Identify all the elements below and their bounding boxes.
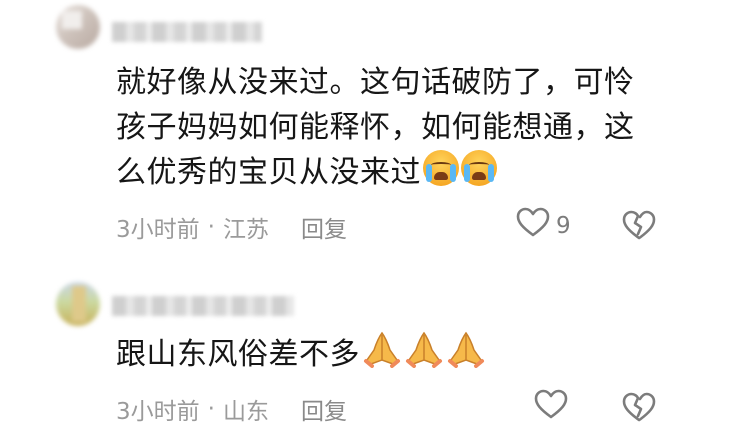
broken-heart-icon [622,392,656,428]
comment-text-line: 就好像从没来过。这句话破防了，可怜 [116,65,635,100]
comment-item: 就好像从没来过。这句话破防了，可怜 孩子妈妈如何能释怀，如何能想通，这 么优秀的… [0,0,740,265]
dislike-button[interactable] [622,392,656,424]
comment-time: 3小时前 [116,399,200,425]
broken-heart-icon [622,210,656,246]
comment-item: 跟山东风俗差不多 3小时前 · 山东 回复 [0,270,740,443]
avatar[interactable] [56,282,100,326]
comment-body: 跟山东风俗差不多 [116,330,706,377]
crying-face-emoji [461,150,497,186]
meta-separator: · [207,396,215,422]
comment-body: 就好像从没来过。这句话破防了，可怜 孩子妈妈如何能释怀，如何能想通，这 么优秀的… [116,60,706,195]
reply-button[interactable]: 回复 [301,392,347,426]
avatar[interactable] [56,5,100,49]
like-button[interactable] [534,389,568,427]
heart-icon [516,207,550,245]
comment-meta: 3小时前 · 江苏 回复 [116,210,347,244]
comment-location: 山东 [222,399,269,425]
crying-face-emoji [423,150,459,186]
like-count: 9 [556,213,571,239]
comment-text: 跟山东风俗差不多 [116,337,360,372]
comment-meta: 3小时前 · 山东 回复 [116,392,347,426]
dislike-button[interactable] [622,210,656,242]
username-blurred[interactable] [112,296,294,316]
comment-time: 3小时前 [116,217,200,243]
comment-text-line: 么优秀的宝贝从没来过 [116,155,421,190]
reply-button[interactable]: 回复 [301,210,347,244]
comment-location: 江苏 [222,217,269,243]
meta-separator: · [207,214,215,240]
folded-hands-emoji [446,330,486,368]
username-blurred[interactable] [112,22,262,42]
folded-hands-emoji [362,330,402,368]
like-button[interactable]: 9 [516,207,571,245]
heart-icon [534,389,568,427]
folded-hands-emoji [404,330,444,368]
comment-text-line: 孩子妈妈如何能释怀，如何能想通，这 [116,110,635,145]
